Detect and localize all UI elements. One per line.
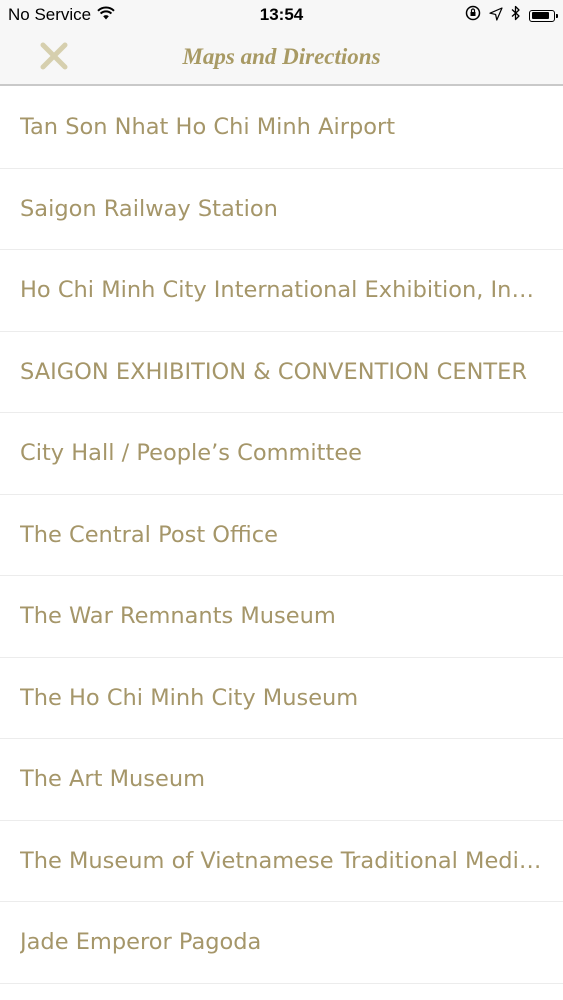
bluetooth-icon: [511, 5, 521, 26]
list-item[interactable]: The War Remnants Museum: [0, 576, 563, 658]
close-button[interactable]: [34, 40, 74, 76]
close-icon[interactable]: [40, 42, 68, 74]
battery-tip: [556, 13, 558, 18]
list-item[interactable]: The Ho Chi Minh City Museum: [0, 658, 563, 739]
list-item-label: City Hall / People’s Committee: [20, 440, 363, 467]
list-item[interactable]: The Museum of Vietnamese Traditional Med…: [0, 821, 563, 902]
orientation-lock-icon: [465, 5, 481, 26]
list-item-label: Tan Son Nhat Ho Chi Minh Airport: [20, 114, 396, 141]
nav-bar: Maps and Directions: [0, 30, 563, 86]
list-item[interactable]: SAIGON EXHIBITION & CONVENTION CENTER: [0, 332, 563, 413]
page-title: Maps and Directions: [182, 44, 381, 69]
list-item-label: Ho Chi Minh City International Exhibitio…: [20, 277, 543, 304]
list-item[interactable]: Tan Son Nhat Ho Chi Minh Airport: [0, 87, 563, 169]
list-item-label: The Ho Chi Minh City Museum: [20, 684, 359, 711]
list-item-label: The Central Post Office: [20, 521, 278, 548]
list-item[interactable]: Jade Emperor Pagoda: [0, 902, 563, 984]
list-item-label: The Museum of Vietnamese Traditional Med…: [20, 847, 543, 874]
list-item[interactable]: The Art Museum: [0, 739, 563, 821]
list-item[interactable]: Ho Chi Minh City International Exhibitio…: [0, 250, 563, 332]
list-item-label: Jade Emperor Pagoda: [20, 929, 262, 956]
location-list: Tan Son Nhat Ho Chi Minh Airport Saigon R…: [0, 87, 563, 984]
status-bar: No Service 13:54: [0, 0, 563, 30]
list-item-label: SAIGON EXHIBITION & CONVENTION CENTER: [20, 358, 527, 385]
status-right: [465, 5, 558, 26]
battery-icon: [529, 9, 558, 22]
battery-fill: [531, 12, 550, 19]
list-item-label: The Art Museum: [20, 766, 206, 793]
list-item-label: Saigon Railway Station: [20, 195, 278, 222]
list-item[interactable]: The Central Post Office: [0, 495, 563, 576]
list-item-label: The War Remnants Museum: [20, 603, 336, 630]
list-item[interactable]: Saigon Railway Station: [0, 169, 563, 250]
location-arrow-icon: [489, 6, 503, 26]
list-item[interactable]: City Hall / People’s Committee: [0, 413, 563, 495]
